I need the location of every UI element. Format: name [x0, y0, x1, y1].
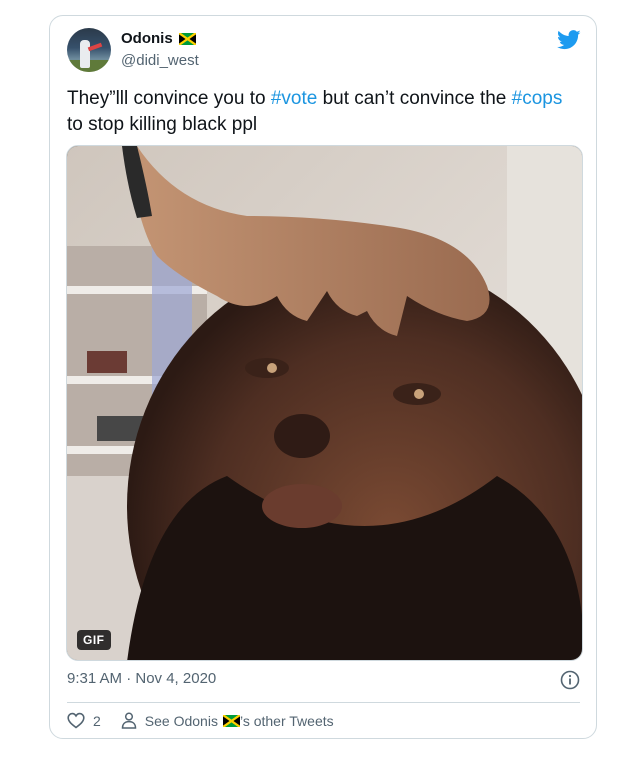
hashtag-vote[interactable]: #vote [271, 88, 317, 109]
tweet-media-gif[interactable]: GIF [66, 145, 583, 661]
avatar-figure [80, 40, 90, 68]
tweet-timestamp[interactable]: 9:31 AM · Nov 4, 2020 [67, 670, 216, 687]
jamaica-flag-icon [178, 32, 196, 45]
see-other-tweets-link[interactable]: See Odonis ’s other Tweets [121, 712, 334, 729]
tweet-actions: 2 See Odonis ’s other Tweets [67, 712, 334, 729]
display-name[interactable]: Odonis [121, 30, 173, 47]
jamaica-flag-icon [222, 714, 240, 727]
hashtag-cops[interactable]: #cops [512, 88, 563, 109]
author-name-row[interactable]: Odonis [121, 30, 196, 47]
see-other-tweets-suffix: ’s other Tweets [239, 712, 334, 729]
gif-badge: GIF [77, 630, 111, 650]
gif-frame-image [67, 146, 582, 660]
tweet-text-part: but can’t convince the [317, 88, 512, 109]
tweet-text: They”lll convince you to #vote but can’t… [67, 86, 582, 138]
tweet-text-part: to stop killing black ppl [67, 114, 258, 135]
like-count: 2 [93, 712, 101, 729]
twitter-bird-icon[interactable] [557, 30, 581, 50]
see-other-tweets-prefix: See Odonis [144, 712, 218, 729]
avatar[interactable] [67, 28, 111, 72]
info-icon[interactable] [560, 670, 580, 690]
tweet-text-part: They”lll convince you to [67, 88, 271, 109]
person-icon [121, 712, 137, 729]
divider [67, 702, 580, 703]
tweet-card[interactable]: Odonis @didi_west They”lll convince you … [49, 15, 597, 739]
like-button[interactable]: 2 [67, 712, 101, 729]
author-handle[interactable]: @didi_west [121, 52, 199, 69]
heart-icon [67, 712, 85, 729]
